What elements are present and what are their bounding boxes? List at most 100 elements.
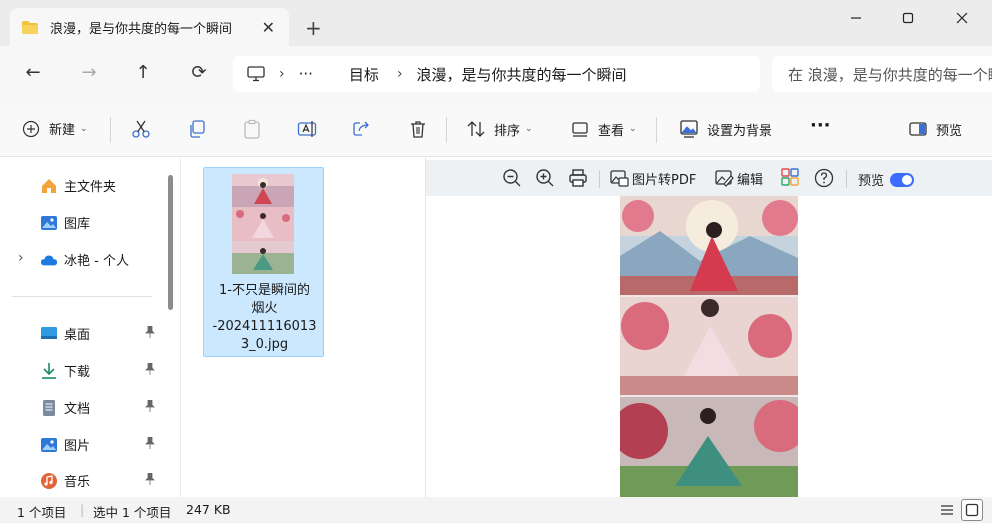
- breadcrumb-item[interactable]: 目标: [349, 64, 379, 85]
- file-name-line: -202411116013: [212, 319, 317, 334]
- more-icon: ···: [810, 115, 831, 136]
- scissors-icon: [132, 120, 150, 138]
- help-button[interactable]: [814, 168, 834, 188]
- breadcrumb-separator: ›: [396, 66, 403, 82]
- sidebar-item-downloads[interactable]: 下载: [40, 361, 90, 380]
- maximize-button[interactable]: [888, 6, 928, 30]
- file-name-line: 烟火: [251, 301, 278, 316]
- pictures-icon: [40, 436, 58, 454]
- item-count: 1 个项目: [17, 505, 67, 520]
- preview-toggle[interactable]: 预览: [858, 170, 915, 189]
- chevron-down-icon: ⌄: [80, 123, 88, 134]
- back-button[interactable]: ←: [18, 62, 48, 83]
- edit-label: 编辑: [737, 172, 764, 188]
- download-icon: [40, 362, 58, 380]
- forward-button[interactable]: →: [74, 62, 104, 83]
- file-name-line: 3_0.jpg: [240, 337, 289, 352]
- breadcrumb-more[interactable]: ···: [299, 65, 313, 83]
- set-background-button[interactable]: 设置为背景: [679, 119, 772, 139]
- minimize-button[interactable]: [836, 6, 876, 30]
- preview-pane: 图片转PDF 编辑 预览: [425, 157, 992, 497]
- tiles-view-button[interactable]: [961, 499, 983, 521]
- home-icon: [40, 177, 58, 195]
- zoom-in-icon: [536, 169, 554, 187]
- status-bar: 1 个项目 | 选中 1 个项目 247 KB: [0, 497, 992, 523]
- set-background-label: 设置为背景: [707, 123, 773, 139]
- pin-icon[interactable]: [145, 436, 155, 452]
- sidebar-item-music[interactable]: 音乐: [40, 471, 90, 490]
- search-input[interactable]: 在 浪漫，是与你共度的每一个瞬间 中搜索: [772, 56, 992, 92]
- address-bar[interactable]: › ··· 目标 › 浪漫，是与你共度的每一个瞬间: [233, 56, 760, 92]
- file-item[interactable]: 1-不只是瞬间的 烟火 -202411116013 3_0.jpg: [203, 167, 324, 357]
- image-to-pdf-button[interactable]: 图片转PDF: [609, 168, 696, 188]
- preview-pane-button[interactable]: 预览: [908, 119, 962, 139]
- breadcrumb-item[interactable]: 浪漫，是与你共度的每一个瞬间: [417, 64, 627, 85]
- file-list: 1-不只是瞬间的 烟火 -202411116013 3_0.jpg: [180, 157, 424, 497]
- sidebar-item-onedrive[interactable]: 冰艳 - 个人: [40, 250, 129, 269]
- pin-icon[interactable]: [145, 399, 155, 415]
- breadcrumb-separator: ›: [279, 66, 285, 82]
- pin-icon[interactable]: [145, 472, 155, 488]
- selection-count: 选中 1 个项目: [93, 505, 172, 520]
- share-button[interactable]: [352, 119, 372, 139]
- paste-button[interactable]: [242, 119, 262, 139]
- edit-button[interactable]: 编辑: [714, 168, 763, 188]
- sort-label: 排序: [494, 123, 521, 139]
- view-button[interactable]: 查看 ⌄: [570, 119, 637, 139]
- sidebar-item-pictures[interactable]: 图片: [40, 435, 90, 454]
- zoom-out-button[interactable]: [502, 168, 522, 188]
- copy-button[interactable]: [187, 119, 207, 139]
- cloud-icon: [40, 251, 58, 269]
- new-label: 新建: [49, 123, 76, 138]
- new-tab-button[interactable]: +: [305, 18, 322, 38]
- cut-button[interactable]: [131, 119, 151, 139]
- pin-icon[interactable]: [145, 325, 155, 341]
- sidebar-item-documents[interactable]: 文档: [40, 398, 90, 417]
- file-thumbnail: [232, 174, 294, 274]
- rename-icon: [297, 121, 317, 137]
- divider: [446, 117, 447, 143]
- title-bar: 浪漫，是与你共度的每一个瞬间 ✕ +: [0, 0, 992, 46]
- plus-circle-icon: [22, 120, 40, 137]
- refresh-button[interactable]: ⟳: [184, 62, 214, 83]
- tiles-view-icon: [965, 503, 979, 517]
- rename-button[interactable]: [297, 119, 317, 139]
- tab-close-button[interactable]: ✕: [262, 18, 275, 37]
- zoom-out-icon: [503, 169, 521, 187]
- apps-grid-icon: [781, 168, 799, 186]
- status-divider: |: [80, 502, 85, 517]
- help-icon: [814, 168, 834, 188]
- delete-button[interactable]: [408, 119, 428, 139]
- zoom-in-button[interactable]: [535, 168, 555, 188]
- sidebar-item-gallery[interactable]: 图库: [40, 213, 90, 232]
- file-name-line: 1-不只是瞬间的: [219, 283, 310, 298]
- close-window-button[interactable]: [942, 6, 982, 30]
- folder-icon: [22, 20, 38, 34]
- sidebar-item-desktop[interactable]: 桌面: [40, 324, 90, 343]
- divider: [110, 117, 111, 143]
- tab-current-folder[interactable]: 浪漫，是与你共度的每一个瞬间 ✕: [10, 8, 289, 46]
- sidebar-item-label: 图片: [64, 439, 91, 454]
- music-icon: [40, 472, 58, 490]
- sidebar-item-home[interactable]: 主文件夹: [40, 176, 116, 195]
- new-button[interactable]: 新建 ⌄: [22, 119, 88, 138]
- gallery-icon: [40, 214, 58, 232]
- pin-icon[interactable]: [145, 362, 155, 378]
- sort-button[interactable]: 排序 ⌄: [466, 119, 533, 139]
- expand-chevron-icon[interactable]: ›: [18, 250, 24, 266]
- close-icon: [956, 12, 968, 24]
- sidebar-item-label: 下载: [64, 365, 91, 380]
- sort-icon: [467, 121, 485, 137]
- command-bar: 新建 ⌄ 排序 ⌄ 查看 ⌄ 设置为背景 ··· 预览: [0, 103, 992, 157]
- details-view-button[interactable]: [936, 499, 958, 521]
- toggle-switch[interactable]: [890, 172, 915, 187]
- minimize-icon: [851, 17, 861, 19]
- image-to-pdf-label: 图片转PDF: [632, 172, 697, 188]
- up-button[interactable]: ↑: [128, 62, 158, 83]
- apps-button[interactable]: [781, 168, 799, 186]
- print-button[interactable]: [568, 168, 588, 188]
- address-row: ← → ↑ ⟳ › ··· 目标 › 浪漫，是与你共度的每一个瞬间 在 浪漫，是…: [0, 46, 992, 103]
- preview-pane-icon: [909, 122, 927, 136]
- more-button[interactable]: ···: [810, 115, 831, 136]
- sidebar-scrollbar[interactable]: [168, 175, 173, 310]
